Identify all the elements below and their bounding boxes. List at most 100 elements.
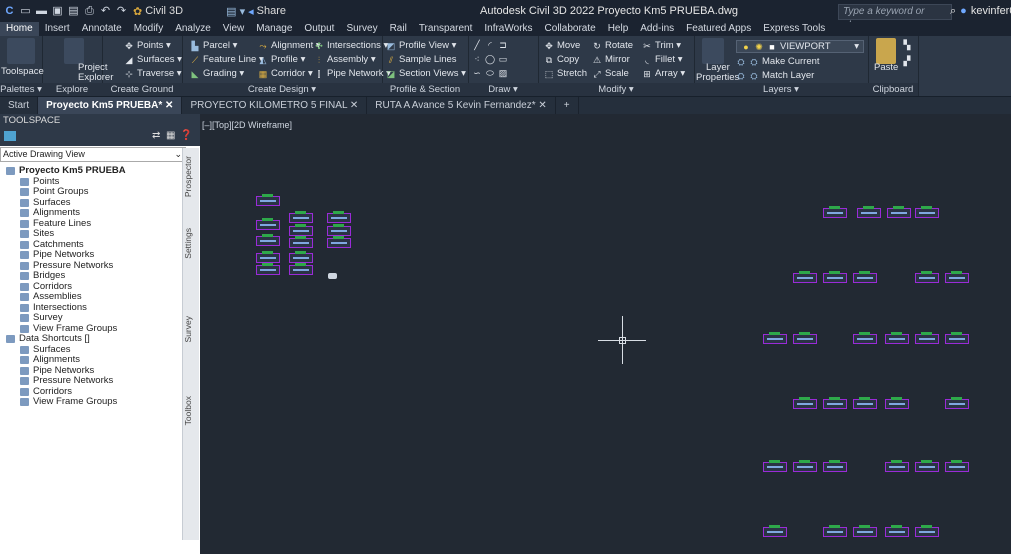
document-tab[interactable]: RUTA A Avance 5 Kevin Fernandez* ✕ <box>367 97 556 114</box>
mirror-button[interactable]: ⚠ Mirror <box>592 54 630 65</box>
tree-item[interactable]: Bridges <box>0 270 200 282</box>
tree-item[interactable]: View Frame Groups <box>0 396 200 408</box>
active-drawing-view-select[interactable]: Active Drawing View ⌄ <box>0 147 186 162</box>
drawing-block[interactable] <box>887 206 911 218</box>
drawing-block[interactable] <box>289 224 313 236</box>
surfaces-button[interactable]: ◢ Surfaces ▾ <box>124 54 182 65</box>
line-tool[interactable]: ╱ ◜ ⊐ <box>472 40 508 50</box>
drawing-block[interactable] <box>915 332 939 344</box>
drawing-block[interactable] <box>256 251 280 263</box>
drawing-block[interactable] <box>763 525 787 537</box>
drawing-block[interactable] <box>763 460 787 472</box>
car-symbol[interactable] <box>328 273 337 279</box>
tree-item[interactable]: Survey <box>0 312 200 324</box>
profile-view-button[interactable]: ◩ Profile View ▾ <box>386 40 457 51</box>
document-tab[interactable]: + <box>556 97 579 114</box>
profile-button[interactable]: ◭ Profile ▾ <box>258 54 306 65</box>
ribbon-tab-help[interactable]: Help <box>602 22 635 36</box>
copy-clip-icon[interactable]: ▞ <box>902 56 912 66</box>
sample-lines-button[interactable]: ⫽ Sample Lines <box>386 54 457 65</box>
drawing-block[interactable] <box>915 525 939 537</box>
tree-item[interactable]: Pressure Networks <box>0 375 200 387</box>
drawing-block[interactable] <box>327 236 351 248</box>
side-tab-survey[interactable]: Survey <box>183 316 199 342</box>
stretch-button[interactable]: ⬚ Stretch <box>544 68 587 79</box>
tree-item[interactable]: Point Groups <box>0 186 200 198</box>
drawing-block[interactable] <box>915 206 939 218</box>
drawing-block[interactable] <box>945 271 969 283</box>
ribbon-tab-survey[interactable]: Survey <box>340 22 383 36</box>
trim-button[interactable]: ✂ Trim ▾ <box>642 40 681 51</box>
drawing-block[interactable] <box>256 218 280 230</box>
create-ground-panel-label[interactable]: Create Ground Data ▾ <box>102 83 182 108</box>
ribbon-tab-home[interactable]: Home <box>0 22 39 36</box>
drawing-block[interactable] <box>327 224 351 236</box>
drawing-block[interactable] <box>885 460 909 472</box>
drawing-block[interactable] <box>823 206 847 218</box>
corridor-button[interactable]: ▦ Corridor ▾ <box>258 68 313 79</box>
drawing-block[interactable] <box>256 194 280 206</box>
drawing-block[interactable] <box>885 525 909 537</box>
workspace-switcher[interactable]: ✿ Civil 3D ▤ ▾ ◂ Share <box>133 5 286 18</box>
tree-item[interactable]: Surfaces <box>0 197 200 209</box>
ribbon-tab-insert[interactable]: Insert <box>39 22 76 36</box>
toolspace-icon[interactable] <box>7 38 35 64</box>
tree-item[interactable]: Intersections <box>0 302 200 314</box>
drawing-block[interactable] <box>945 332 969 344</box>
ribbon-tab-add-ins[interactable]: Add-ins <box>634 22 680 36</box>
assembly-button[interactable]: ⫶ Assembly ▾ <box>314 54 376 65</box>
match-layer-button[interactable]: ⛭ ⛭ Match Layer <box>736 70 814 81</box>
move-button[interactable]: ✥ Move <box>544 40 580 51</box>
project-explorer-icon[interactable] <box>64 38 84 64</box>
drawing-block[interactable] <box>327 211 351 223</box>
layers-panel-label[interactable]: Layers ▾ <box>694 83 868 96</box>
ribbon-tab-collaborate[interactable]: Collaborate <box>539 22 602 36</box>
ribbon-tab-featured-apps[interactable]: Featured Apps <box>680 22 757 36</box>
side-tab-settings[interactable]: Settings <box>183 228 199 259</box>
parcel-button[interactable]: ▙ Parcel ▾ <box>190 40 238 51</box>
paste-button[interactable]: Paste <box>874 62 898 73</box>
drawing-block[interactable] <box>793 271 817 283</box>
undo-icon[interactable]: ↶ <box>99 5 112 18</box>
ribbon-tab-transparent[interactable]: Transparent <box>413 22 479 36</box>
drawing-block[interactable] <box>823 397 847 409</box>
rotate-button[interactable]: ↻ Rotate <box>592 40 633 51</box>
ribbon-tab-output[interactable]: Output <box>298 22 340 36</box>
tree-item[interactable]: Surfaces <box>0 344 200 356</box>
tree-item[interactable]: Catchments <box>0 239 200 251</box>
tree-item[interactable]: Corridors <box>0 281 200 293</box>
section-views-button[interactable]: ◪ Section Views ▾ <box>386 68 466 79</box>
toolspace-view-icon[interactable]: ▦ <box>166 130 175 141</box>
array-button[interactable]: ⊞ Array ▾ <box>642 68 685 79</box>
drawing-block[interactable] <box>793 460 817 472</box>
ribbon-tab-analyze[interactable]: Analyze <box>169 22 217 36</box>
document-tab[interactable]: PROYECTO KILOMETRO 5 FINAL ✕ <box>182 97 368 114</box>
fillet-button[interactable]: ◟ Fillet ▾ <box>642 54 682 65</box>
scale-button[interactable]: ⤢ Scale <box>592 68 628 79</box>
layer-properties-label-2[interactable]: Properties <box>696 72 739 83</box>
ribbon-tab-express-tools[interactable]: Express Tools <box>757 22 831 36</box>
ribbon-tab-modify[interactable]: Modify <box>128 22 169 36</box>
plot-icon[interactable]: ⎙ <box>83 5 96 18</box>
app-menu-icon[interactable]: C <box>3 5 16 18</box>
feature-line-button[interactable]: ⟋ Feature Line ▾ <box>190 54 264 65</box>
tree-item[interactable]: Alignments <box>0 354 200 366</box>
open-icon[interactable]: ▬ <box>35 5 48 18</box>
drawing-block[interactable] <box>945 397 969 409</box>
side-tab-toolbox[interactable]: Toolbox <box>183 396 199 425</box>
drawing-block[interactable] <box>857 206 881 218</box>
drawing-block[interactable] <box>289 263 313 275</box>
alignment-button[interactable]: ⤳ Alignment ▾ <box>258 40 320 51</box>
user-account[interactable]: ⌕ ● kevinfer0 <box>950 0 1011 22</box>
draw-panel-label[interactable]: Draw ▾ <box>468 83 538 96</box>
ribbon-tab-infraworks[interactable]: InfraWorks <box>478 22 538 36</box>
save-icon[interactable]: ▣ <box>51 5 64 18</box>
make-current-button[interactable]: ⛭ ⛭ Make Current <box>736 56 819 67</box>
new-icon[interactable]: ▭ <box>19 5 32 18</box>
drawing-block[interactable] <box>793 332 817 344</box>
layer-dropdown-icon[interactable]: ▤ ▾ <box>226 5 245 18</box>
ribbon-tab-view[interactable]: View <box>217 22 251 36</box>
drawing-block[interactable] <box>853 525 877 537</box>
drawing-block[interactable] <box>289 211 313 223</box>
circle-tool[interactable]: ⁖ ◯ ▭ <box>472 54 508 64</box>
